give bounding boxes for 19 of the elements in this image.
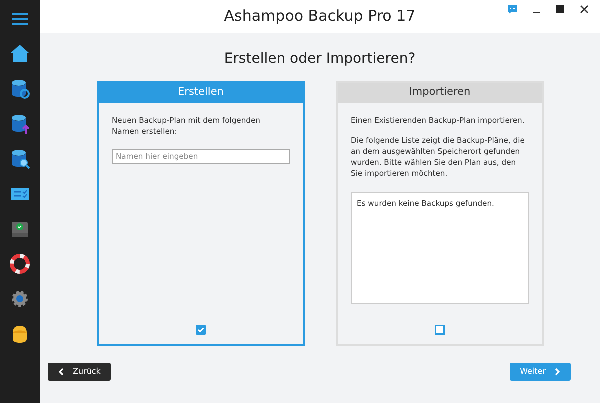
- checkbox[interactable]: [435, 325, 445, 335]
- back-chevron-icon: [58, 368, 65, 376]
- database-refresh-icon[interactable]: [9, 78, 31, 100]
- database-search-icon[interactable]: [9, 148, 31, 170]
- window-title: Ashampoo Backup Pro 17: [224, 6, 416, 28]
- next-chevron-icon: [554, 368, 561, 376]
- close-icon[interactable]: [579, 4, 590, 15]
- panel[interactable]: [336, 81, 544, 346]
- chat-icon[interactable]: [507, 4, 518, 15]
- panel-header: Erstellen: [99, 83, 303, 103]
- settings-icon[interactable]: [9, 288, 31, 310]
- panel-header: Importieren: [338, 83, 542, 103]
- checkbox[interactable]: [196, 325, 206, 335]
- lifebuoy-icon[interactable]: [9, 253, 31, 275]
- maximize-icon[interactable]: [555, 4, 566, 15]
- home-icon[interactable]: [9, 43, 31, 65]
- database-upload-icon[interactable]: [9, 113, 31, 135]
- page-heading: Erstellen oder Importieren?: [223, 50, 417, 69]
- back-button[interactable]: Zurück: [48, 363, 111, 381]
